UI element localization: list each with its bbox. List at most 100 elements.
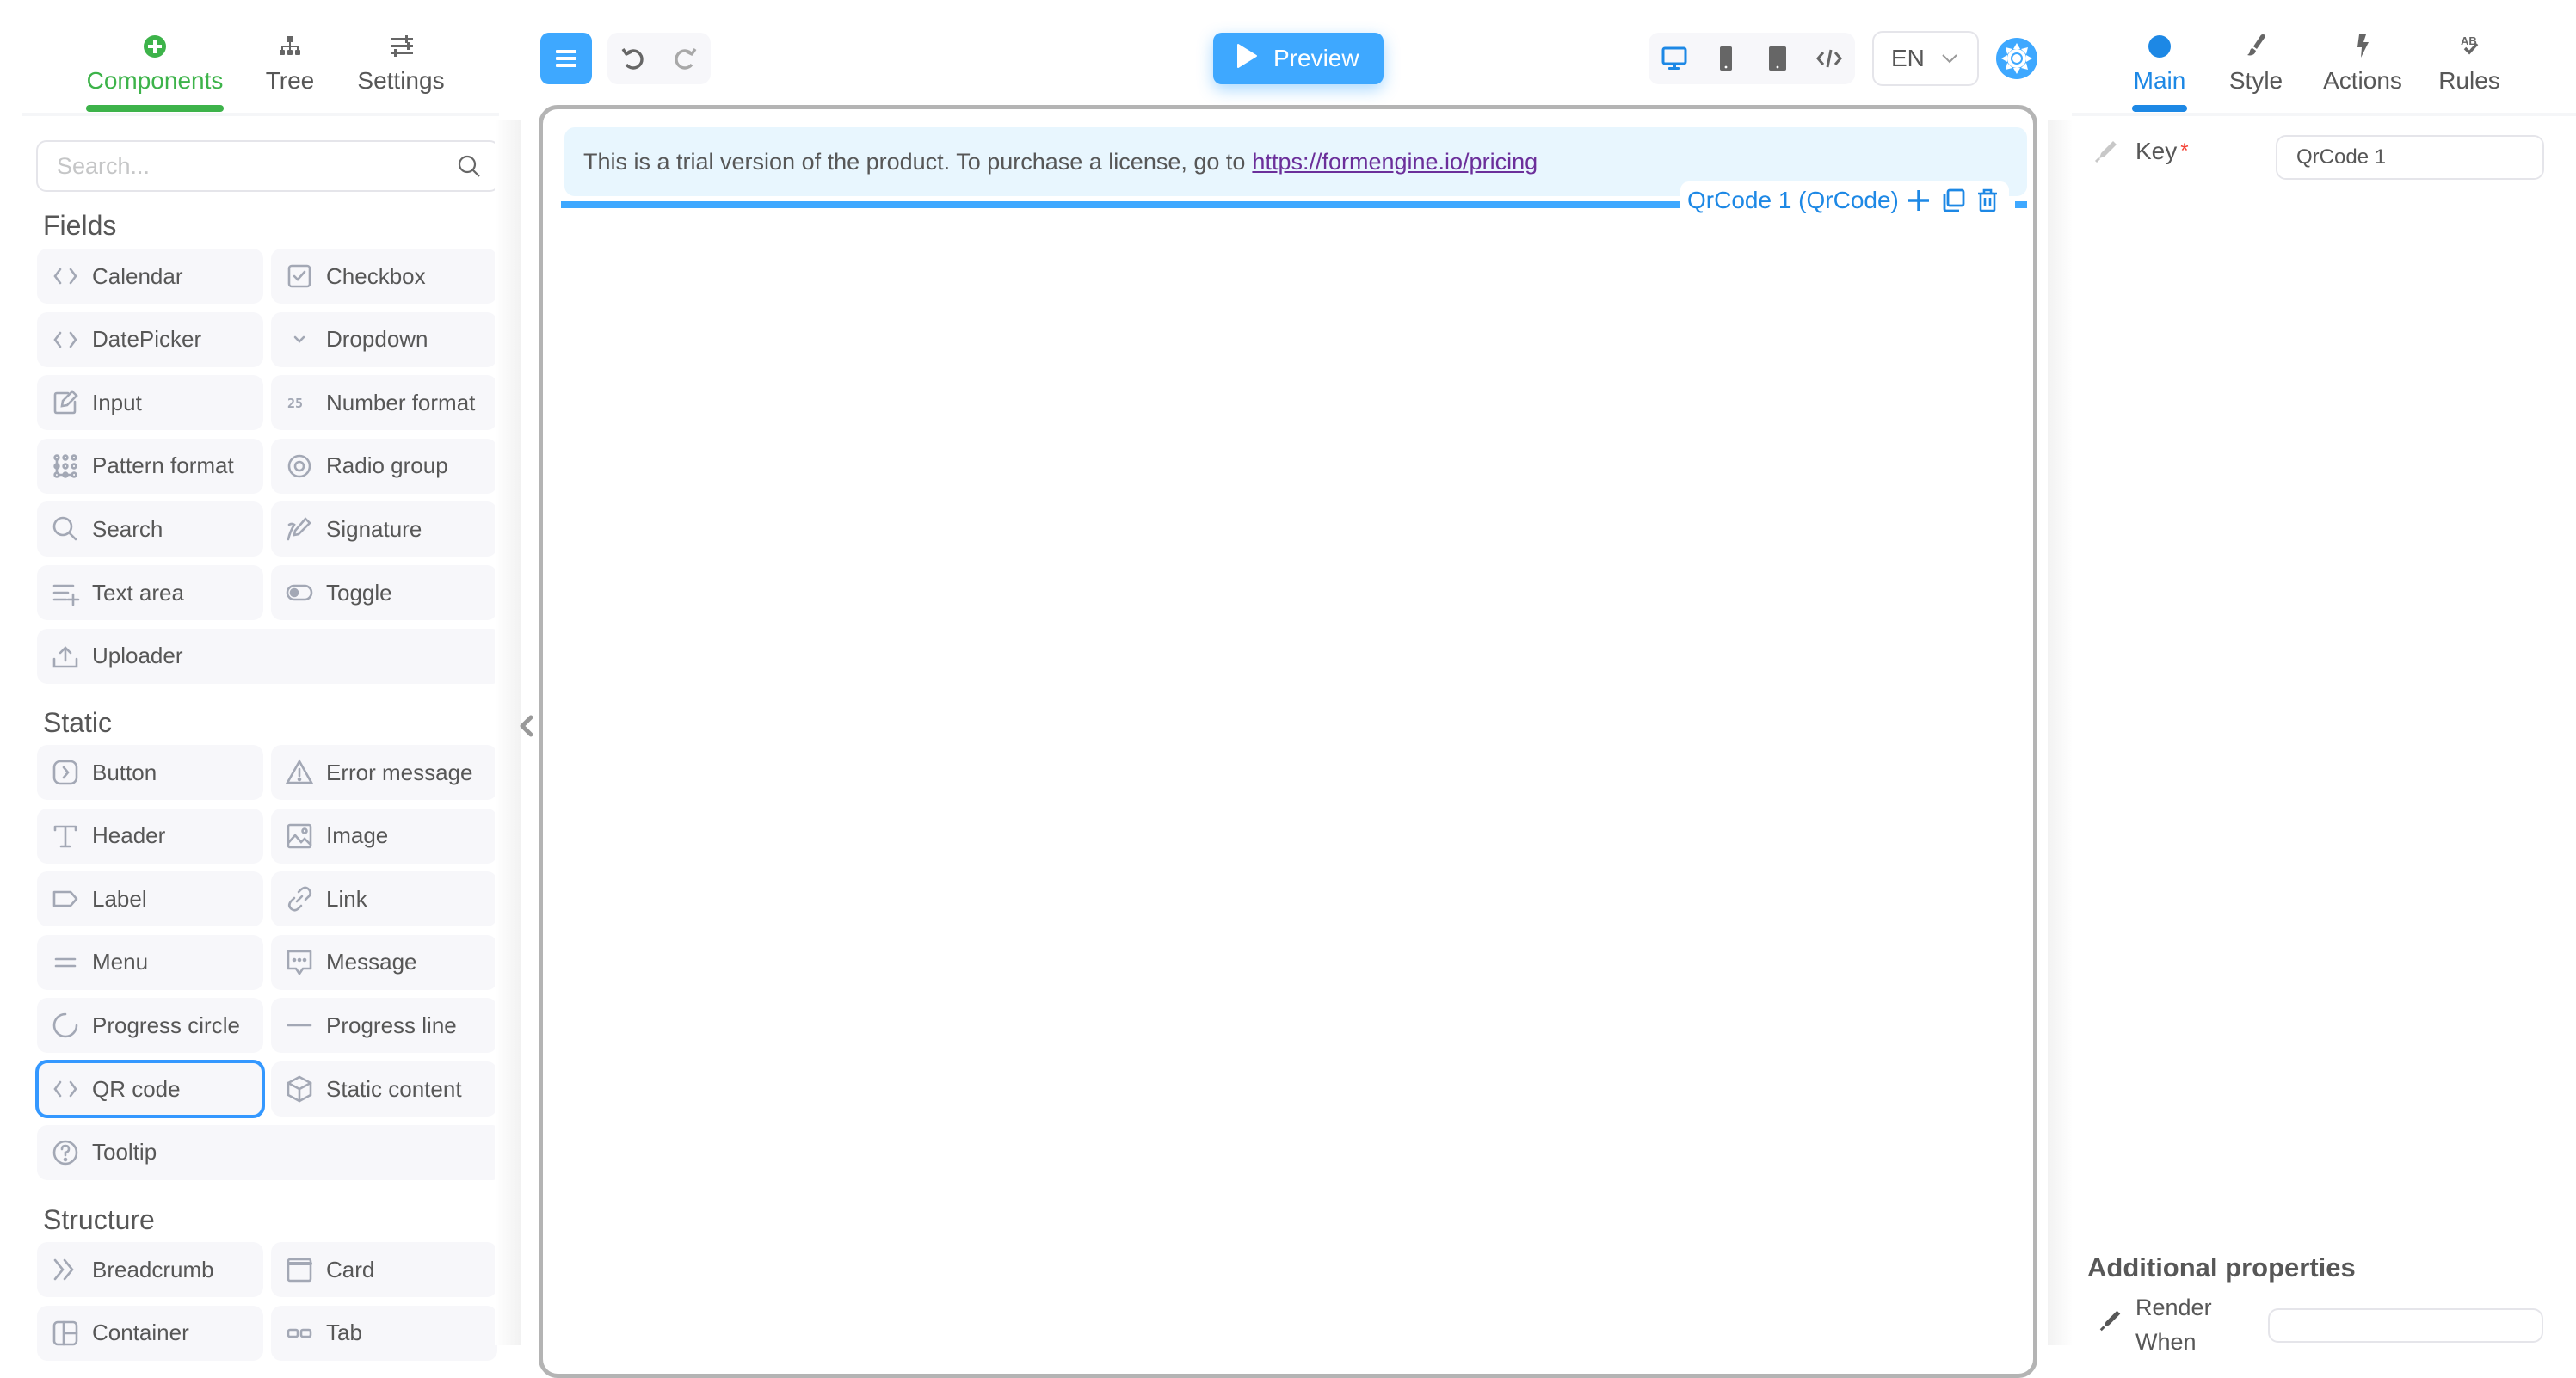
component-item-label[interactable]: Label <box>37 871 263 927</box>
component-item-search[interactable]: Search <box>37 501 263 557</box>
menu-button[interactable] <box>540 33 592 84</box>
preview-label: Preview <box>1273 45 1359 71</box>
device-desktop-button[interactable] <box>1649 33 1700 84</box>
component-item-card[interactable]: Card <box>271 1242 497 1297</box>
selected-component-outline[interactable] <box>561 201 1690 208</box>
search-icon <box>51 514 80 544</box>
menu-icon <box>51 948 80 977</box>
code-icon <box>51 325 80 354</box>
section-title: Fields <box>43 210 117 241</box>
component-item-image[interactable]: Image <box>271 808 497 864</box>
component-item-breadcrumb[interactable]: Breadcrumb <box>37 1242 263 1297</box>
device-switcher <box>1649 33 1855 84</box>
component-item-radio-group[interactable]: Radio group <box>271 438 497 494</box>
form-canvas[interactable] <box>539 105 2037 1378</box>
tab-rules[interactable]: AB Rules <box>2437 29 2502 95</box>
component-item-label: Message <box>326 949 417 975</box>
tab-label: Settings <box>357 67 445 94</box>
component-item-text-area[interactable]: Text area <box>37 565 263 620</box>
component-item-link[interactable]: Link <box>271 871 497 927</box>
search-input[interactable] <box>38 142 434 190</box>
tab-style[interactable]: Style <box>2228 29 2283 95</box>
search-icon[interactable] <box>457 154 483 184</box>
component-item-dropdown[interactable]: Dropdown <box>271 311 497 367</box>
component-item-number-format[interactable]: 25 Number format <box>271 375 497 431</box>
card-icon <box>285 1255 314 1284</box>
component-item-progress-line[interactable]: Progress line <box>271 998 497 1054</box>
component-item-uploader[interactable]: Uploader <box>37 628 502 684</box>
component-item-checkbox[interactable]: Checkbox <box>271 249 497 304</box>
tree-icon <box>259 29 321 64</box>
container-icon <box>51 1319 80 1348</box>
signature-icon <box>285 514 314 544</box>
delete-component-button[interactable] <box>1973 186 2002 215</box>
component-item-label: Signature <box>326 515 422 542</box>
tab-label: Tree <box>265 67 315 94</box>
tab-settings[interactable]: Settings <box>356 29 446 95</box>
checkbox-icon <box>285 261 314 291</box>
component-item-toggle[interactable]: Toggle <box>271 565 497 620</box>
component-item-label: Input <box>92 389 142 415</box>
component-item-header[interactable]: Header <box>37 808 263 864</box>
tab-main[interactable]: Main <box>2132 29 2187 112</box>
component-item-qr-code[interactable]: QR code <box>35 1060 265 1118</box>
device-tablet-button[interactable] <box>1752 33 1803 84</box>
render-when-input[interactable] <box>2268 1308 2543 1343</box>
pattern-icon <box>51 452 80 481</box>
question-icon <box>51 1138 80 1167</box>
render-when-label: Render When <box>2135 1295 2212 1355</box>
progress-line-icon <box>285 1011 314 1040</box>
tag-icon <box>51 884 80 914</box>
code-view-button[interactable] <box>1803 33 1855 84</box>
radio-icon <box>285 452 314 481</box>
component-item-message[interactable]: Message <box>271 934 497 990</box>
redo-button[interactable] <box>659 33 711 84</box>
component-item-calendar[interactable]: Calendar <box>37 249 263 304</box>
hamburger-icon <box>556 50 576 67</box>
warning-icon <box>285 758 314 787</box>
properties-tabs: Main Style Actions AB Rules <box>2072 0 2576 116</box>
device-mobile-button[interactable] <box>1700 33 1752 84</box>
toggle-icon <box>285 578 314 607</box>
undo-button[interactable] <box>607 33 659 84</box>
component-item-label: Error message <box>326 759 473 785</box>
spellcheck-icon: AB <box>2437 29 2502 64</box>
component-item-tooltip[interactable]: Tooltip <box>37 1124 502 1180</box>
number-icon: 25 <box>285 388 314 417</box>
tab-tree[interactable]: Tree <box>259 29 321 95</box>
component-item-menu[interactable]: Menu <box>37 934 263 990</box>
component-item-button[interactable]: Button <box>37 745 263 800</box>
chevron-left-icon <box>520 715 533 737</box>
component-item-pattern-format[interactable]: Pattern format <box>37 438 263 494</box>
component-item-label: Image <box>326 822 389 849</box>
cube-icon <box>285 1074 314 1104</box>
duplicate-component-button[interactable] <box>1938 186 1968 215</box>
component-item-input[interactable]: Input <box>37 375 263 431</box>
svg-text:25: 25 <box>287 396 303 411</box>
component-item-progress-circle[interactable]: Progress circle <box>37 998 263 1054</box>
component-item-signature[interactable]: Signature <box>271 501 497 557</box>
properties-panel: Main Style Actions AB Rules Key * Additi… <box>2072 0 2576 1355</box>
component-item-static-content[interactable]: Static content <box>271 1061 497 1117</box>
key-input[interactable] <box>2277 137 2542 178</box>
component-item-label: Progress circle <box>92 1012 240 1038</box>
pricing-link[interactable]: https://formengine.io/pricing <box>1252 149 1538 175</box>
tab-label: Actions <box>2323 67 2402 94</box>
component-item-datepicker[interactable]: DatePicker <box>37 311 263 367</box>
component-item-tab[interactable]: Tab <box>271 1305 497 1361</box>
component-item-error-message[interactable]: Error message <box>271 745 497 800</box>
component-item-label: Header <box>92 822 166 849</box>
component-item-label: Number format <box>326 389 476 415</box>
tab-components[interactable]: Components <box>86 29 224 112</box>
plus-circle-icon <box>86 29 224 64</box>
component-item-label: Search <box>92 515 163 542</box>
history-controls <box>607 33 711 84</box>
tab-actions[interactable]: Actions <box>2321 29 2404 95</box>
play-icon <box>1236 43 1258 75</box>
preview-button[interactable]: Preview <box>1213 33 1384 84</box>
add-component-button[interactable] <box>1904 186 1933 215</box>
theme-settings-button[interactable] <box>1996 38 2037 79</box>
language-select[interactable]: EN <box>1872 31 1979 86</box>
component-item-container[interactable]: Container <box>37 1305 263 1361</box>
component-item-label: Card <box>326 1256 375 1283</box>
